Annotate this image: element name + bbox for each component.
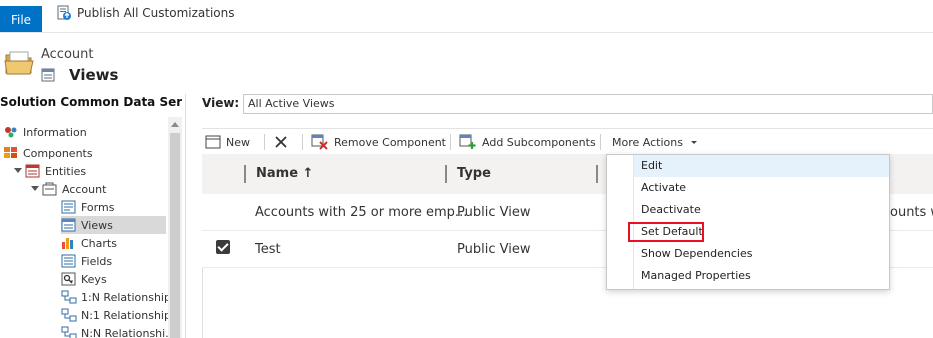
expand-account-chevron-icon[interactable] (31, 186, 39, 191)
row-name-cell[interactable]: Accounts with 25 or more emp... (255, 205, 467, 220)
keys-icon (61, 272, 76, 286)
scroll-up-arrow-icon[interactable] (171, 122, 179, 127)
account-icon (42, 182, 57, 196)
sidebar-item-label: Forms (81, 200, 115, 214)
row-type-cell: Public View (457, 205, 531, 220)
forms-icon (61, 200, 76, 214)
sidebar-item-entities[interactable]: Entities (25, 162, 86, 180)
remove-component-button[interactable]: Remove Component (311, 133, 446, 151)
publish-label: Publish All Customizations (77, 6, 235, 20)
sidebar-item-n1-relationships[interactable]: N:1 Relationships (61, 306, 177, 324)
row-type-cell: Public View (457, 242, 531, 257)
ribbon-divider (0, 32, 933, 33)
sidebar-item-information[interactable]: Information (3, 123, 87, 141)
toolbar-separator (264, 134, 265, 150)
new-document-icon (205, 135, 221, 149)
relationship-icon (61, 308, 77, 322)
add-subcomponents-button[interactable]: Add Subcomponents (459, 133, 596, 151)
entity-name: Account (41, 47, 94, 62)
column-separator[interactable] (445, 165, 447, 183)
delete-button[interactable] (274, 133, 293, 151)
column-header-type[interactable]: Type (457, 166, 491, 181)
remove-component-label: Remove Component (334, 135, 446, 149)
fields-icon (61, 254, 76, 268)
delete-x-icon (275, 136, 287, 148)
sidebar-item-label: Fields (81, 254, 113, 268)
new-button[interactable]: New (205, 133, 250, 151)
sidebar-item-label: N:1 Relationships (81, 308, 177, 322)
menu-item-managed-properties[interactable]: Managed Properties (634, 265, 889, 287)
sidebar-item-components[interactable]: Components (3, 144, 93, 162)
view-label: View: (202, 96, 240, 110)
row-name-cell[interactable]: Test (255, 242, 281, 257)
add-subcomponents-icon (459, 134, 476, 149)
relationship-icon (61, 290, 77, 304)
new-label: New (226, 135, 250, 149)
sidebar-item-label: Keys (81, 272, 107, 286)
toolbar-separator (302, 134, 303, 150)
sidebar-item-1n-relationships[interactable]: 1:N Relationships (61, 288, 177, 306)
add-subcomponents-label: Add Subcomponents (482, 135, 596, 149)
remove-component-icon (311, 134, 328, 150)
solution-name: Solution Common Data Services ... (0, 95, 182, 109)
file-tab[interactable]: File (0, 6, 42, 33)
sidebar-item-fields[interactable]: Fields (61, 252, 112, 270)
row-checkbox[interactable] (216, 240, 230, 254)
sidebar-item-account[interactable]: Account (42, 180, 106, 198)
sidebar-item-label: Views (81, 218, 113, 232)
sidebar-item-label: Account (62, 182, 107, 196)
sidebar-item-keys[interactable]: Keys (61, 270, 107, 288)
sidebar-item-label: Charts (81, 236, 117, 250)
menu-item-edit[interactable]: Edit (634, 155, 889, 177)
sidebar-item-label: N:N Relationshi... (81, 326, 176, 338)
entities-icon (25, 164, 40, 178)
scrollbar-thumb[interactable] (170, 133, 180, 338)
more-actions-button[interactable]: More Actions (612, 133, 699, 151)
column-separator[interactable] (244, 165, 246, 183)
page-title: Views (69, 66, 119, 84)
sidebar-item-label: 1:N Relationships (81, 290, 177, 304)
views-icon (61, 218, 76, 232)
column-header-name[interactable]: Name ↑ (256, 166, 313, 181)
dropdown-arrow-icon (690, 141, 697, 144)
menu-item-show-dependencies[interactable]: Show Dependencies (634, 243, 889, 265)
relationship-icon (61, 326, 77, 338)
sidebar-scrollbar[interactable] (168, 117, 182, 338)
row-overflow-cell: ounts w (890, 205, 933, 220)
sidebar-item-label: Information (23, 125, 87, 139)
expand-entities-chevron-icon[interactable] (14, 168, 22, 173)
view-selector[interactable]: All Active Views (243, 94, 933, 114)
publish-all-customizations-button[interactable]: Publish All Customizations (56, 4, 234, 22)
toolbar-separator (450, 134, 451, 150)
column-separator[interactable] (596, 165, 598, 183)
more-actions-label: More Actions (612, 135, 683, 149)
information-icon (5, 127, 17, 138)
views-grid-icon (41, 68, 55, 82)
sidebar-item-charts[interactable]: Charts (61, 234, 117, 252)
sidebar-item-nn-relationships[interactable]: N:N Relationshi... (61, 324, 176, 338)
set-default-highlight-box (628, 222, 704, 242)
sidebar-item-forms[interactable]: Forms (61, 198, 114, 216)
grid-left-edge (202, 268, 203, 338)
menu-item-activate[interactable]: Activate (634, 177, 889, 199)
sidebar-item-label: Entities (45, 164, 87, 178)
publish-icon (57, 5, 71, 20)
sidebar-item-views[interactable]: Views (61, 216, 166, 234)
sidebar-item-label: Components (23, 146, 93, 160)
charts-icon (62, 238, 73, 249)
toolbar-separator (600, 134, 601, 150)
menu-item-deactivate[interactable]: Deactivate (634, 199, 889, 221)
folder-icon (4, 51, 34, 75)
nav-divider (185, 94, 186, 338)
components-icon (4, 147, 17, 158)
